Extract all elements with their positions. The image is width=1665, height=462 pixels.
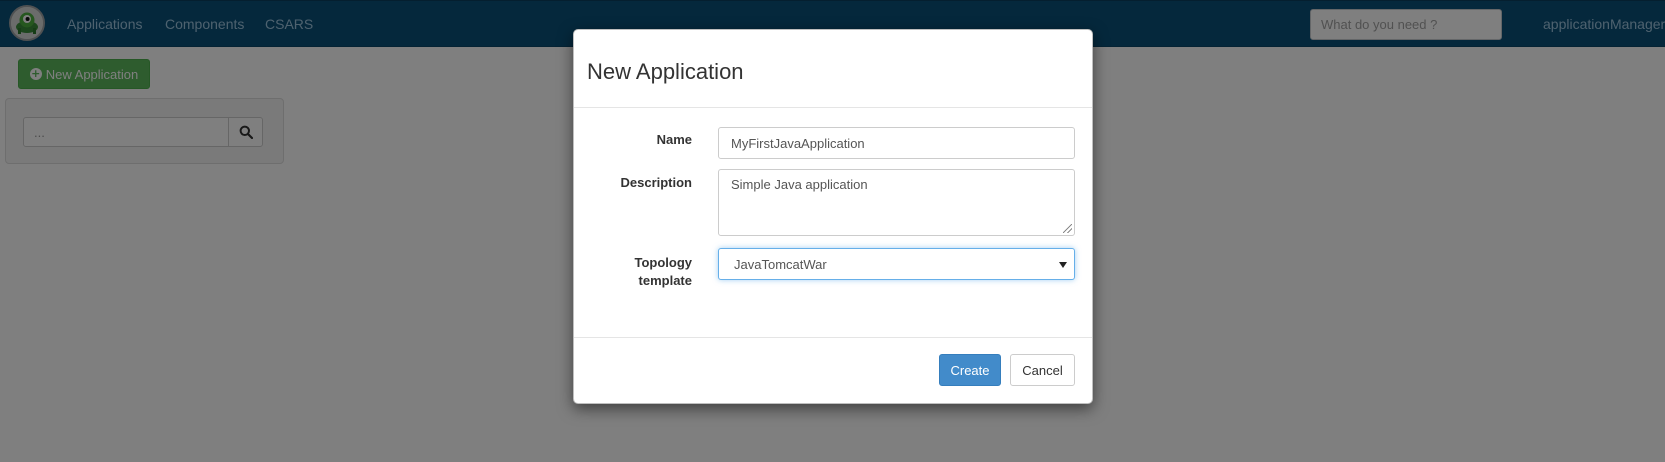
name-label: Name xyxy=(656,132,692,147)
modal-body: Name Description Simple Java application… xyxy=(574,108,1092,338)
resize-grip-icon[interactable] xyxy=(1063,224,1072,233)
description-textarea[interactable]: Simple Java application xyxy=(718,169,1075,236)
topology-template-select[interactable]: JavaTomcatWar xyxy=(718,248,1075,280)
name-input[interactable] xyxy=(718,127,1075,159)
create-button[interactable]: Create xyxy=(939,354,1001,386)
new-application-dialog: New Application Name Description Simple … xyxy=(573,29,1093,404)
topology-label-line2: template xyxy=(638,273,692,288)
description-label: Description xyxy=(620,175,692,190)
description-text: Simple Java application xyxy=(731,177,868,192)
modal-header: New Application xyxy=(574,30,1092,108)
topology-template-label: Topology template xyxy=(634,254,692,290)
cancel-button[interactable]: Cancel xyxy=(1010,354,1075,386)
topology-label-line1: Topology xyxy=(634,255,692,270)
dropdown-arrow-icon xyxy=(1059,262,1067,268)
modal-title: New Application xyxy=(587,59,744,84)
modal-footer: Create Cancel xyxy=(574,338,1092,404)
topology-selected-value: JavaTomcatWar xyxy=(734,256,827,272)
